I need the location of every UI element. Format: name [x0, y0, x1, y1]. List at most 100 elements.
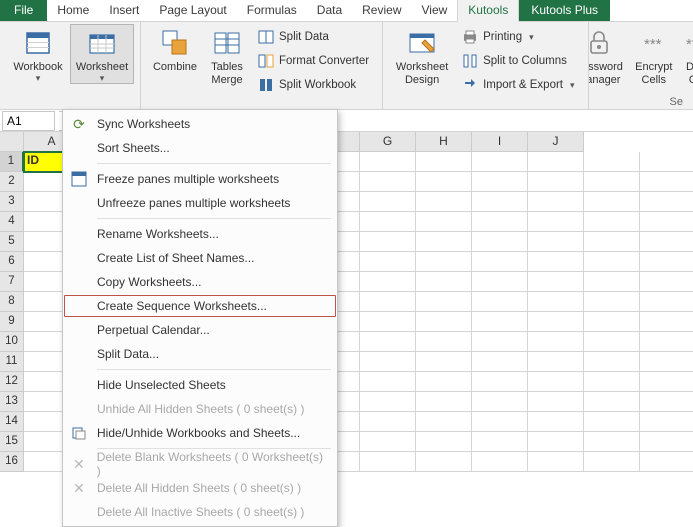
cell[interactable]	[416, 252, 472, 272]
cell[interactable]	[472, 172, 528, 192]
encrypt-cells-button[interactable]: *** Encrypt Cells	[629, 24, 679, 88]
cell[interactable]	[472, 272, 528, 292]
col-header[interactable]: J	[528, 132, 584, 152]
cell[interactable]	[640, 412, 693, 432]
cell[interactable]	[528, 192, 584, 212]
cell[interactable]	[528, 252, 584, 272]
cell[interactable]	[416, 232, 472, 252]
cell[interactable]	[640, 392, 693, 412]
cell[interactable]	[584, 372, 640, 392]
col-header[interactable]: H	[416, 132, 472, 152]
cell[interactable]	[528, 292, 584, 312]
row-header[interactable]: 12	[0, 372, 24, 392]
row-header[interactable]: 7	[0, 272, 24, 292]
cell[interactable]	[472, 452, 528, 472]
col-header[interactable]: I	[472, 132, 528, 152]
menu-freeze-panes[interactable]: Freeze panes multiple worksheets	[63, 167, 337, 191]
cell[interactable]	[360, 432, 416, 452]
cell[interactable]	[640, 452, 693, 472]
cell[interactable]	[360, 412, 416, 432]
combine-button[interactable]: Combine	[147, 24, 203, 75]
cell[interactable]	[472, 332, 528, 352]
worksheet-button[interactable]: Worksheet ▾	[70, 24, 134, 84]
cell[interactable]	[528, 452, 584, 472]
cell[interactable]	[360, 352, 416, 372]
workbook-button[interactable]: Workbook ▾	[6, 24, 70, 84]
cell[interactable]	[584, 292, 640, 312]
cell[interactable]	[640, 332, 693, 352]
menu-create-sequence-worksheets[interactable]: Create Sequence Worksheets...	[63, 294, 337, 318]
row-header[interactable]: 3	[0, 192, 24, 212]
tables-merge-button[interactable]: Tables Merge	[203, 24, 251, 88]
menu-sync-worksheets[interactable]: ⟳Sync Worksheets	[63, 112, 337, 136]
password-manager-button[interactable]: Password Manager	[589, 24, 629, 88]
tab-file[interactable]: File	[0, 0, 47, 21]
cell[interactable]	[584, 172, 640, 192]
cell[interactable]	[584, 152, 640, 172]
row-header[interactable]: 14	[0, 412, 24, 432]
cell[interactable]	[584, 352, 640, 372]
cell[interactable]	[416, 432, 472, 452]
cell[interactable]	[640, 272, 693, 292]
cell[interactable]	[360, 312, 416, 332]
cell[interactable]	[472, 152, 528, 172]
menu-unfreeze-panes[interactable]: Unfreeze panes multiple worksheets	[63, 191, 337, 215]
menu-perpetual-calendar[interactable]: Perpetual Calendar...	[63, 318, 337, 342]
cell[interactable]	[472, 412, 528, 432]
split-to-columns-button[interactable]: Split to Columns	[455, 50, 581, 72]
cell[interactable]	[528, 352, 584, 372]
format-converter-button[interactable]: Format Converter	[251, 50, 376, 72]
cell[interactable]	[640, 192, 693, 212]
row-header[interactable]: 11	[0, 352, 24, 372]
cell[interactable]	[640, 172, 693, 192]
row-header[interactable]: 9	[0, 312, 24, 332]
cell[interactable]	[528, 372, 584, 392]
cell[interactable]	[640, 232, 693, 252]
cell[interactable]	[416, 192, 472, 212]
cell[interactable]	[584, 452, 640, 472]
cell[interactable]	[584, 432, 640, 452]
cell[interactable]	[416, 372, 472, 392]
menu-sort-sheets[interactable]: Sort Sheets...	[63, 136, 337, 160]
cell[interactable]	[528, 172, 584, 192]
cell[interactable]	[528, 332, 584, 352]
cell[interactable]	[416, 212, 472, 232]
tab-home[interactable]: Home	[47, 0, 99, 21]
cell[interactable]	[584, 192, 640, 212]
row-header[interactable]: 4	[0, 212, 24, 232]
cell[interactable]	[472, 312, 528, 332]
cell[interactable]	[528, 212, 584, 232]
tab-data[interactable]: Data	[307, 0, 352, 21]
worksheet-design-button[interactable]: Worksheet Design	[389, 24, 455, 88]
cell[interactable]	[640, 212, 693, 232]
cell[interactable]	[472, 352, 528, 372]
menu-hide-unselected[interactable]: Hide Unselected Sheets	[63, 373, 337, 397]
cell[interactable]	[640, 432, 693, 452]
cell[interactable]	[472, 432, 528, 452]
cell[interactable]	[584, 312, 640, 332]
cell[interactable]	[640, 372, 693, 392]
cell[interactable]	[528, 412, 584, 432]
cell[interactable]	[584, 412, 640, 432]
cell[interactable]	[360, 192, 416, 212]
cell[interactable]	[416, 352, 472, 372]
cell[interactable]	[472, 232, 528, 252]
menu-create-list[interactable]: Create List of Sheet Names...	[63, 246, 337, 270]
cell[interactable]	[360, 392, 416, 412]
cell[interactable]	[416, 152, 472, 172]
row-header[interactable]: 10	[0, 332, 24, 352]
decrypt-cells-button[interactable]: ** Dec Ce	[679, 24, 693, 88]
cell[interactable]	[472, 212, 528, 232]
tab-review[interactable]: Review	[352, 0, 411, 21]
menu-rename-worksheets[interactable]: Rename Worksheets...	[63, 222, 337, 246]
split-data-button[interactable]: Split Data	[251, 26, 376, 48]
cell[interactable]	[416, 172, 472, 192]
cell[interactable]	[416, 412, 472, 432]
tab-kutools[interactable]: Kutools	[457, 0, 519, 22]
cell[interactable]	[472, 192, 528, 212]
cell[interactable]	[528, 312, 584, 332]
cell[interactable]	[416, 332, 472, 352]
cell[interactable]	[360, 152, 416, 172]
cell[interactable]	[416, 392, 472, 412]
cell[interactable]	[584, 392, 640, 412]
